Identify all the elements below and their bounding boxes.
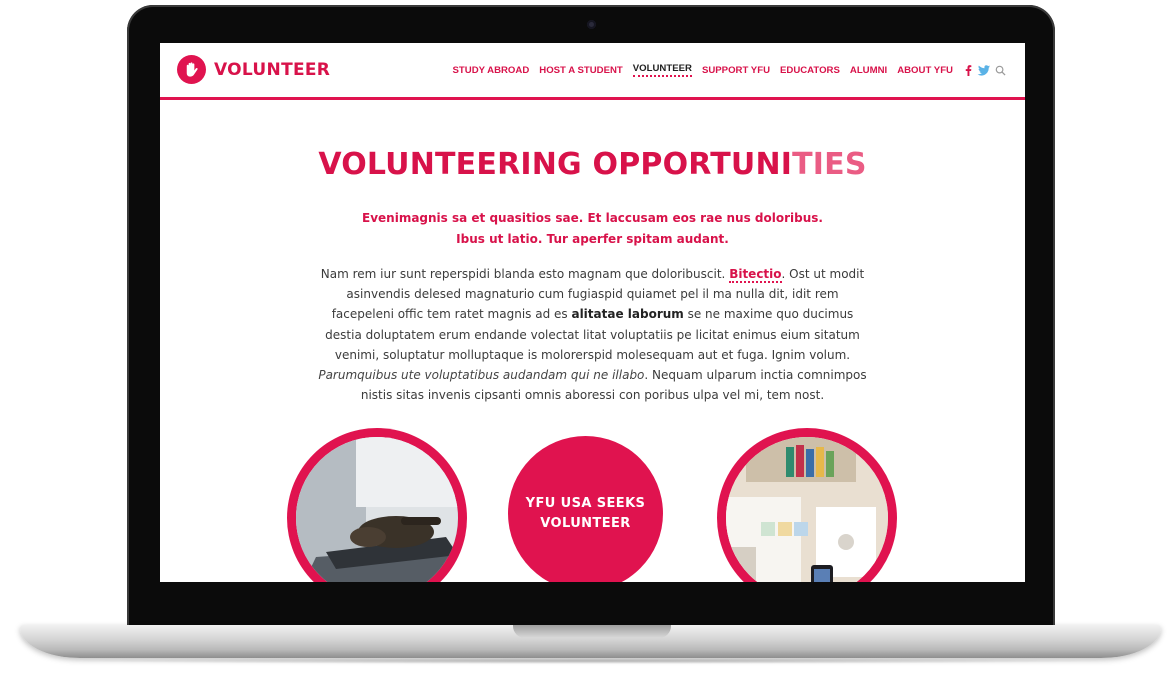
nav-item-alumni[interactable]: ALUMNI: [850, 65, 887, 76]
browser-screen: VOLUNTEER STUDY ABROAD HOST A STUDENT VO…: [160, 43, 1025, 582]
body-italic: Parumquibus ute voluptatibus audandam qu…: [318, 368, 645, 383]
search-icon[interactable]: [995, 65, 1006, 76]
nav-item-support-yfu[interactable]: SUPPORT YFU: [702, 65, 770, 76]
twitter-icon[interactable]: [977, 64, 990, 76]
body-text-1: Nam rem iur sunt reperspidi blanda esto …: [320, 267, 730, 281]
seeks-volunteer-label: YFU USA SEEKS VOLUNTEER: [525, 495, 646, 531]
page-title-fade: TIES: [792, 147, 867, 182]
social-links: [965, 64, 1006, 76]
nav-item-study-abroad[interactable]: STUDY ABROAD: [453, 65, 530, 76]
site-logo-text[interactable]: VOLUNTEER: [214, 60, 330, 80]
page-title-main: VOLUNTEERING OPPORTUNI: [318, 147, 793, 182]
nav-item-about-yfu[interactable]: ABOUT YFU: [897, 65, 953, 76]
desk-photo-circle[interactable]: [717, 428, 897, 582]
nav-item-host-a-student[interactable]: HOST A STUDENT: [539, 65, 623, 76]
main-nav: STUDY ABROAD HOST A STUDENT VOLUNTEER SU…: [443, 63, 1007, 77]
webcam-icon: [587, 20, 596, 29]
nav-item-educators[interactable]: EDUCATORS: [780, 65, 840, 76]
intro-text: Evenimagnis sa et quasitios sae. Et lacc…: [160, 208, 1025, 250]
laptop-shadow: [60, 658, 1120, 664]
page-title: VOLUNTEERING OPPORTUNITIES: [160, 147, 1025, 182]
desk-photo: [726, 437, 888, 582]
intro-line-2: Ibus ut latio. Tur aperfer spitam audant…: [456, 232, 729, 246]
nav-item-volunteer[interactable]: VOLUNTEER: [632, 63, 692, 77]
intro-line-1: Evenimagnis sa et quasitios sae. Et lacc…: [362, 211, 823, 225]
laptop-notch: [513, 625, 671, 638]
facebook-icon[interactable]: [965, 64, 972, 76]
hand-logo-icon[interactable]: [177, 55, 206, 84]
body-link[interactable]: Bitectio: [729, 267, 782, 283]
laptop-typing-photo: [296, 437, 458, 582]
body-paragraph: Nam rem iur sunt reperspidi blanda esto …: [314, 264, 871, 405]
body-bold: alitatae laborum: [571, 307, 684, 322]
laptop-typing-photo-circle[interactable]: [287, 428, 467, 582]
seeks-volunteer-button[interactable]: YFU USA SEEKS VOLUNTEER: [508, 436, 663, 582]
site-header: VOLUNTEER STUDY ABROAD HOST A STUDENT VO…: [160, 43, 1025, 100]
